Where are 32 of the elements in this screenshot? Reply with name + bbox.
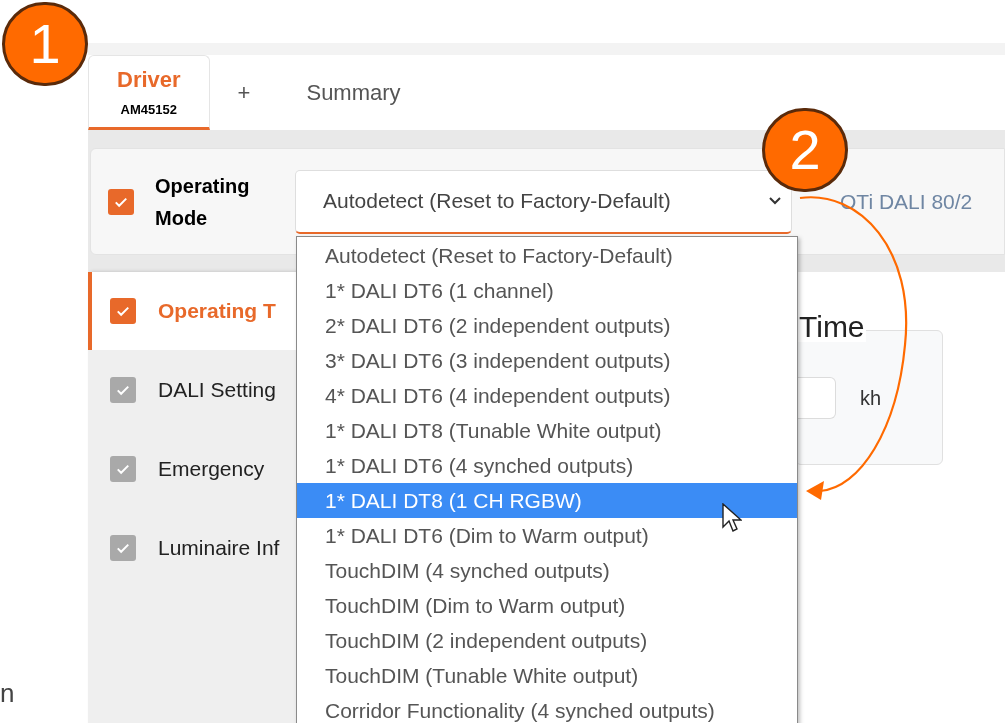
dropdown-option[interactable]: Autodetect (Reset to Factory-Default)	[297, 238, 797, 273]
checkbox[interactable]	[108, 188, 134, 215]
dropdown-option[interactable]: TouchDIM (Dim to Warm output)	[297, 588, 797, 623]
checkbox[interactable]	[110, 534, 136, 561]
field-label: Operating Mode	[155, 173, 251, 231]
dropdown-option[interactable]: 1* DALI DT8 (Tunable White output)	[297, 413, 797, 448]
dropdown-option[interactable]: TouchDIM (2 independent outputs)	[297, 623, 797, 658]
chevron-down-icon	[769, 197, 781, 205]
dropdown-option[interactable]: TouchDIM (4 synched outputs)	[297, 553, 797, 588]
edge-text: n	[0, 680, 15, 706]
sidebar-item[interactable]: Luminaire Inf	[88, 508, 296, 587]
dropdown-option[interactable]: 3* DALI DT6 (3 independent outputs)	[297, 343, 797, 378]
step-badge: 1	[2, 2, 88, 86]
checkbox[interactable]	[110, 455, 136, 482]
input-field[interactable]	[796, 376, 836, 419]
dropdown-option[interactable]: TouchDIM (Tunable White output)	[297, 658, 797, 693]
sidebar-item[interactable]: DALI Setting	[88, 350, 296, 429]
dropdown-option[interactable]: 1* DALI DT6 (1 channel)	[297, 273, 797, 308]
dropdown-option[interactable]: 1* DALI DT6 (Dim to Warm output)	[297, 518, 797, 553]
cursor-icon	[722, 503, 742, 533]
section-title: Time	[798, 312, 866, 342]
sidebar-item[interactable]: Emergency	[88, 429, 296, 508]
checkbox[interactable]	[110, 376, 136, 403]
checkbox[interactable]	[110, 298, 136, 324]
tab[interactable]: Summary	[278, 55, 429, 130]
dropdown-option[interactable]: 1* DALI DT6 (4 synched outputs)	[297, 448, 797, 483]
dropdown-option[interactable]: Corridor Functionality (4 synched outputs)	[297, 693, 797, 723]
mode-select[interactable]: Autodetect (Reset to Factory-Default)	[295, 169, 792, 234]
tab[interactable]: +	[209, 55, 279, 130]
dropdown-option[interactable]: 4* DALI DT6 (4 independent outputs)	[297, 378, 797, 413]
dropdown-option[interactable]: 2* DALI DT6 (2 independent outputs)	[297, 308, 797, 343]
unit-label: kh	[860, 385, 882, 411]
